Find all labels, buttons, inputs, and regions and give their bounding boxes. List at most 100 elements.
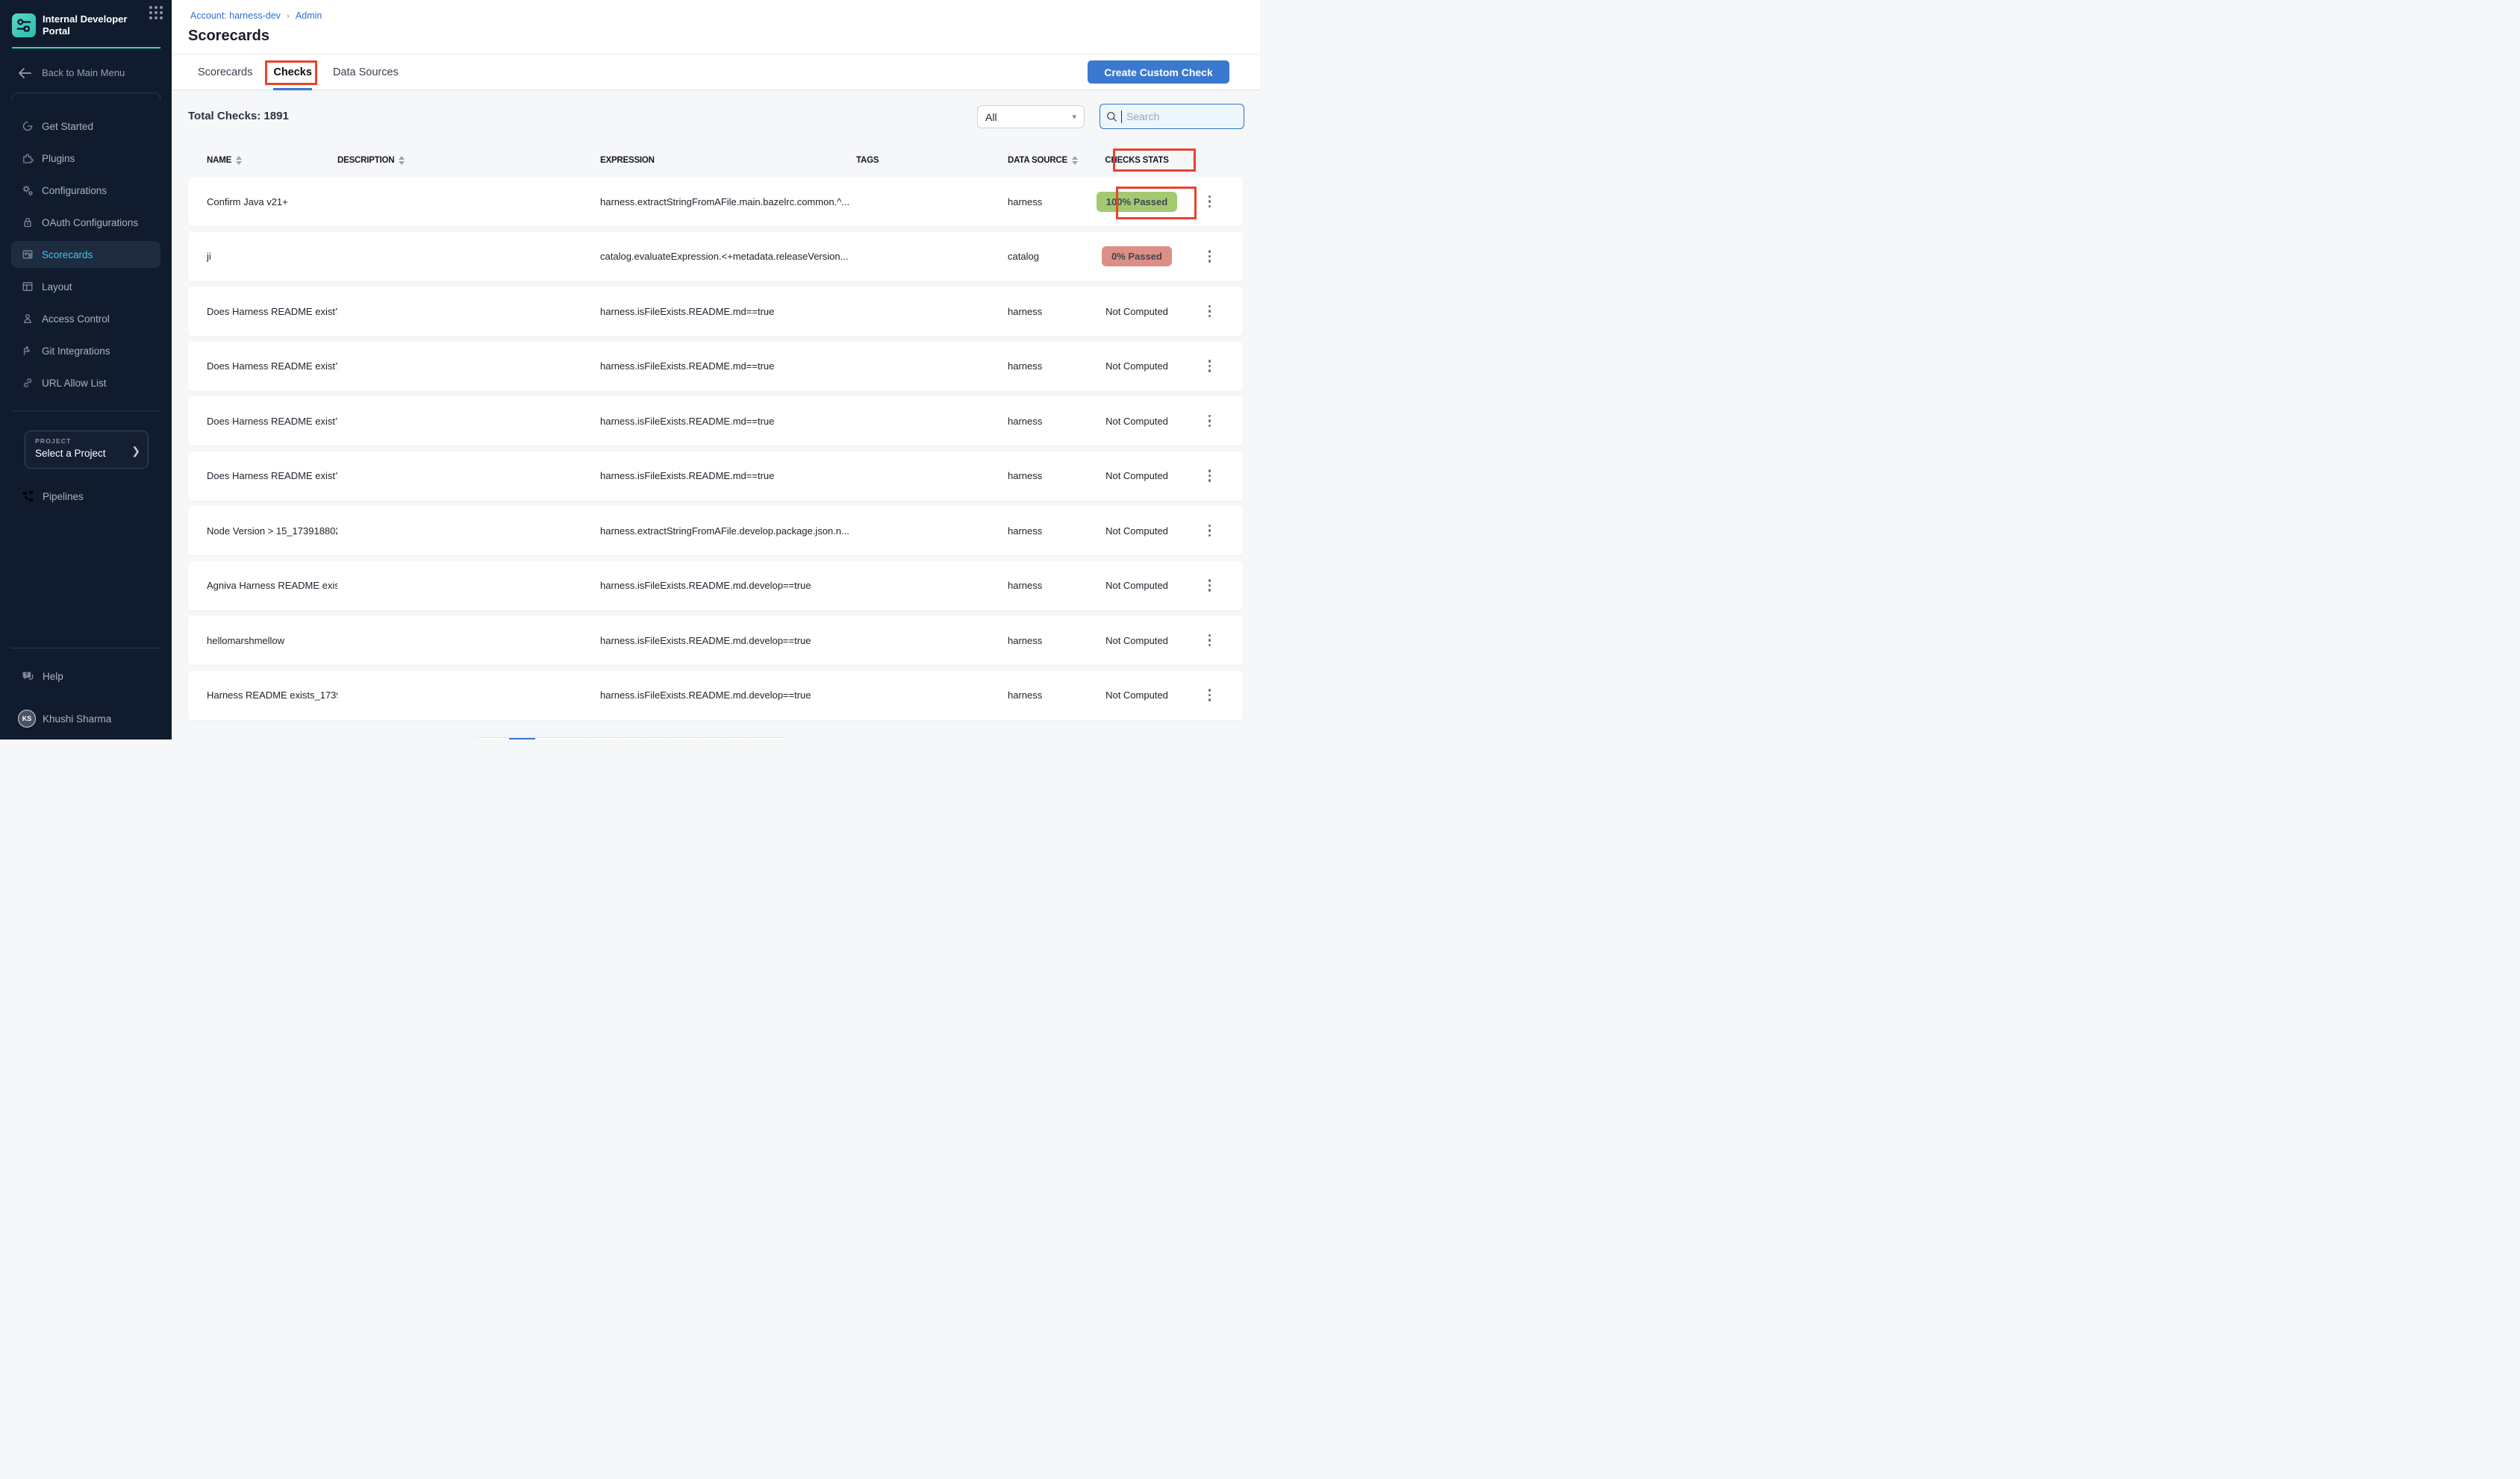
column-header-data-source[interactable]: DATA SOURCE: [1008, 156, 1095, 165]
pipelines-icon: [22, 490, 34, 503]
row-menu-button[interactable]: [1206, 522, 1214, 540]
check-data-source: harness: [1008, 306, 1095, 317]
sidebar-item-label: Layout: [42, 281, 72, 293]
column-header-label: DESCRIPTION: [337, 156, 394, 165]
column-header-description[interactable]: DESCRIPTION: [337, 156, 600, 165]
check-stats-cell: Not Computed: [1095, 416, 1179, 427]
check-name: ji: [188, 251, 337, 262]
sidebar-item-layout[interactable]: Layout: [11, 273, 160, 300]
get-started-icon: [22, 120, 34, 132]
search-box: [1100, 104, 1244, 129]
git-integrations-icon: [22, 345, 34, 357]
sort-icon[interactable]: [1072, 156, 1078, 165]
sort-icon[interactable]: [236, 156, 242, 165]
help-button[interactable]: ? Help: [11, 663, 160, 689]
check-stats-cell: Not Computed: [1095, 306, 1179, 317]
tab-scorecards[interactable]: Scorecards: [198, 54, 252, 90]
check-name: Does Harness README exist?: [188, 360, 337, 372]
check-name: Does Harness README exist?: [188, 306, 337, 317]
app-grid-icon[interactable]: [149, 6, 166, 22]
check-name: Node Version > 15_1739188021...: [188, 525, 337, 537]
row-menu-button[interactable]: [1206, 302, 1214, 321]
filter-dropdown-value: All: [985, 111, 997, 123]
sidebar-item-label: Access Control: [42, 313, 110, 325]
back-to-main-menu[interactable]: Back to Main Menu: [18, 67, 125, 78]
check-stats-text: Not Computed: [1105, 525, 1168, 537]
check-data-source: harness: [1008, 580, 1095, 591]
row-menu-button[interactable]: [1206, 412, 1214, 431]
check-data-source: harness: [1008, 690, 1095, 701]
check-stats-text: Not Computed: [1105, 306, 1168, 317]
check-expression: harness.extractStringFromAFile.develop.p…: [600, 525, 856, 537]
app-logo: Internal Developer Portal: [12, 13, 160, 37]
project-label: PROJECT: [35, 437, 140, 445]
check-stats-text: Not Computed: [1105, 416, 1168, 427]
row-menu-button[interactable]: [1206, 686, 1214, 704]
page-title: Scorecards: [188, 28, 269, 45]
check-data-source: harness: [1008, 525, 1095, 537]
breadcrumb-account-link[interactable]: Account: harness-dev: [190, 10, 281, 21]
back-arrow-icon: [18, 68, 31, 78]
tab-label: Data Sources: [333, 66, 399, 78]
table-row: Confirm Java v21+harness.extractStringFr…: [188, 177, 1243, 226]
check-name: Harness README exists_173917...: [188, 690, 337, 701]
row-menu-button[interactable]: [1206, 631, 1214, 650]
url-allow-list-icon: [22, 377, 34, 389]
sidebar-item-plugins[interactable]: Plugins: [11, 145, 160, 172]
pagination-active-page[interactable]: [509, 738, 536, 740]
check-expression: harness.isFileExists.README.md.develop==…: [600, 580, 856, 591]
sidebar-item-url-allow-list[interactable]: URL Allow List: [11, 369, 160, 396]
breadcrumb-admin-link[interactable]: Admin: [296, 10, 322, 21]
row-menu-button[interactable]: [1206, 357, 1214, 375]
chevron-down-icon: ▾: [1072, 112, 1076, 122]
check-name: Does Harness README exist?: [188, 416, 337, 427]
check-expression: harness.isFileExists.README.md.develop==…: [600, 690, 856, 701]
check-stats-text: Not Computed: [1105, 360, 1168, 372]
search-input[interactable]: [1126, 110, 1231, 122]
row-menu-button[interactable]: [1206, 466, 1214, 485]
check-stats-text: Not Computed: [1105, 580, 1168, 591]
sidebar-item-pipelines[interactable]: Pipelines: [11, 484, 160, 509]
sidebar-item-label: Pipelines: [43, 491, 84, 502]
scorecards-icon: [22, 248, 34, 260]
project-selector[interactable]: PROJECT Select a Project ❯: [25, 431, 149, 469]
page-header: Account: harness-dev › Admin Scorecards: [172, 0, 1260, 54]
sort-icon[interactable]: [399, 156, 405, 165]
table-row: Does Harness README exist?harness.isFile…: [188, 396, 1243, 445]
user-menu[interactable]: KS Khushi Sharma: [11, 706, 160, 731]
app-title: Internal Developer Portal: [43, 13, 131, 37]
create-custom-check-button[interactable]: Create Custom Check: [1088, 60, 1229, 84]
table-row: hellomarshmellow harness.isFileExists.REA…: [188, 616, 1243, 665]
sidebar-item-get-started[interactable]: Get Started: [11, 113, 160, 140]
user-name: Khushi Sharma: [43, 713, 111, 725]
checks-content: Total Checks: 1891 All ▾ NAME DESCRIPTION…: [172, 90, 1260, 740]
check-stats-cell: Not Computed: [1095, 635, 1179, 646]
row-menu-button[interactable]: [1206, 193, 1214, 211]
sidebar-item-git-integrations[interactable]: Git Integrations: [11, 337, 160, 364]
help-icon: ?: [22, 670, 34, 683]
sidebar-item-scorecards[interactable]: Scorecards: [11, 241, 160, 268]
row-menu-button[interactable]: [1206, 576, 1214, 595]
sidebar-item-oauth-configurations[interactable]: OAuth Configurations: [11, 209, 160, 236]
total-checks-label: Total Checks: 1891: [188, 110, 289, 122]
column-header-label: TAGS: [856, 156, 879, 165]
sidebar-item-label: URL Allow List: [42, 378, 107, 389]
check-expression: harness.isFileExists.README.md.develop==…: [600, 635, 856, 646]
pagination-bar[interactable]: [475, 737, 788, 740]
sidebar-item-access-control[interactable]: Access Control: [11, 305, 160, 332]
check-stats-cell: Not Computed: [1095, 360, 1179, 372]
tab-checks[interactable]: Checks: [273, 54, 312, 90]
check-name: hellomarshmellow: [188, 635, 337, 646]
column-header-name[interactable]: NAME: [188, 156, 337, 165]
check-name: Agniva Harness README exists...: [188, 580, 337, 591]
column-header-label: EXPRESSION: [600, 156, 655, 165]
row-menu-button[interactable]: [1206, 247, 1214, 266]
sidebar-item-configurations[interactable]: Configurations: [11, 177, 160, 204]
check-stats-badge: 0% Passed: [1102, 246, 1172, 266]
filter-dropdown[interactable]: All ▾: [977, 105, 1085, 128]
tab-data-sources[interactable]: Data Sources: [333, 54, 399, 90]
table-row: Does Harness README exist?harness.isFile…: [188, 342, 1243, 391]
column-header-label: NAME: [207, 156, 231, 165]
sidebar-divider: [11, 410, 160, 411]
check-stats-text: Not Computed: [1105, 690, 1168, 701]
